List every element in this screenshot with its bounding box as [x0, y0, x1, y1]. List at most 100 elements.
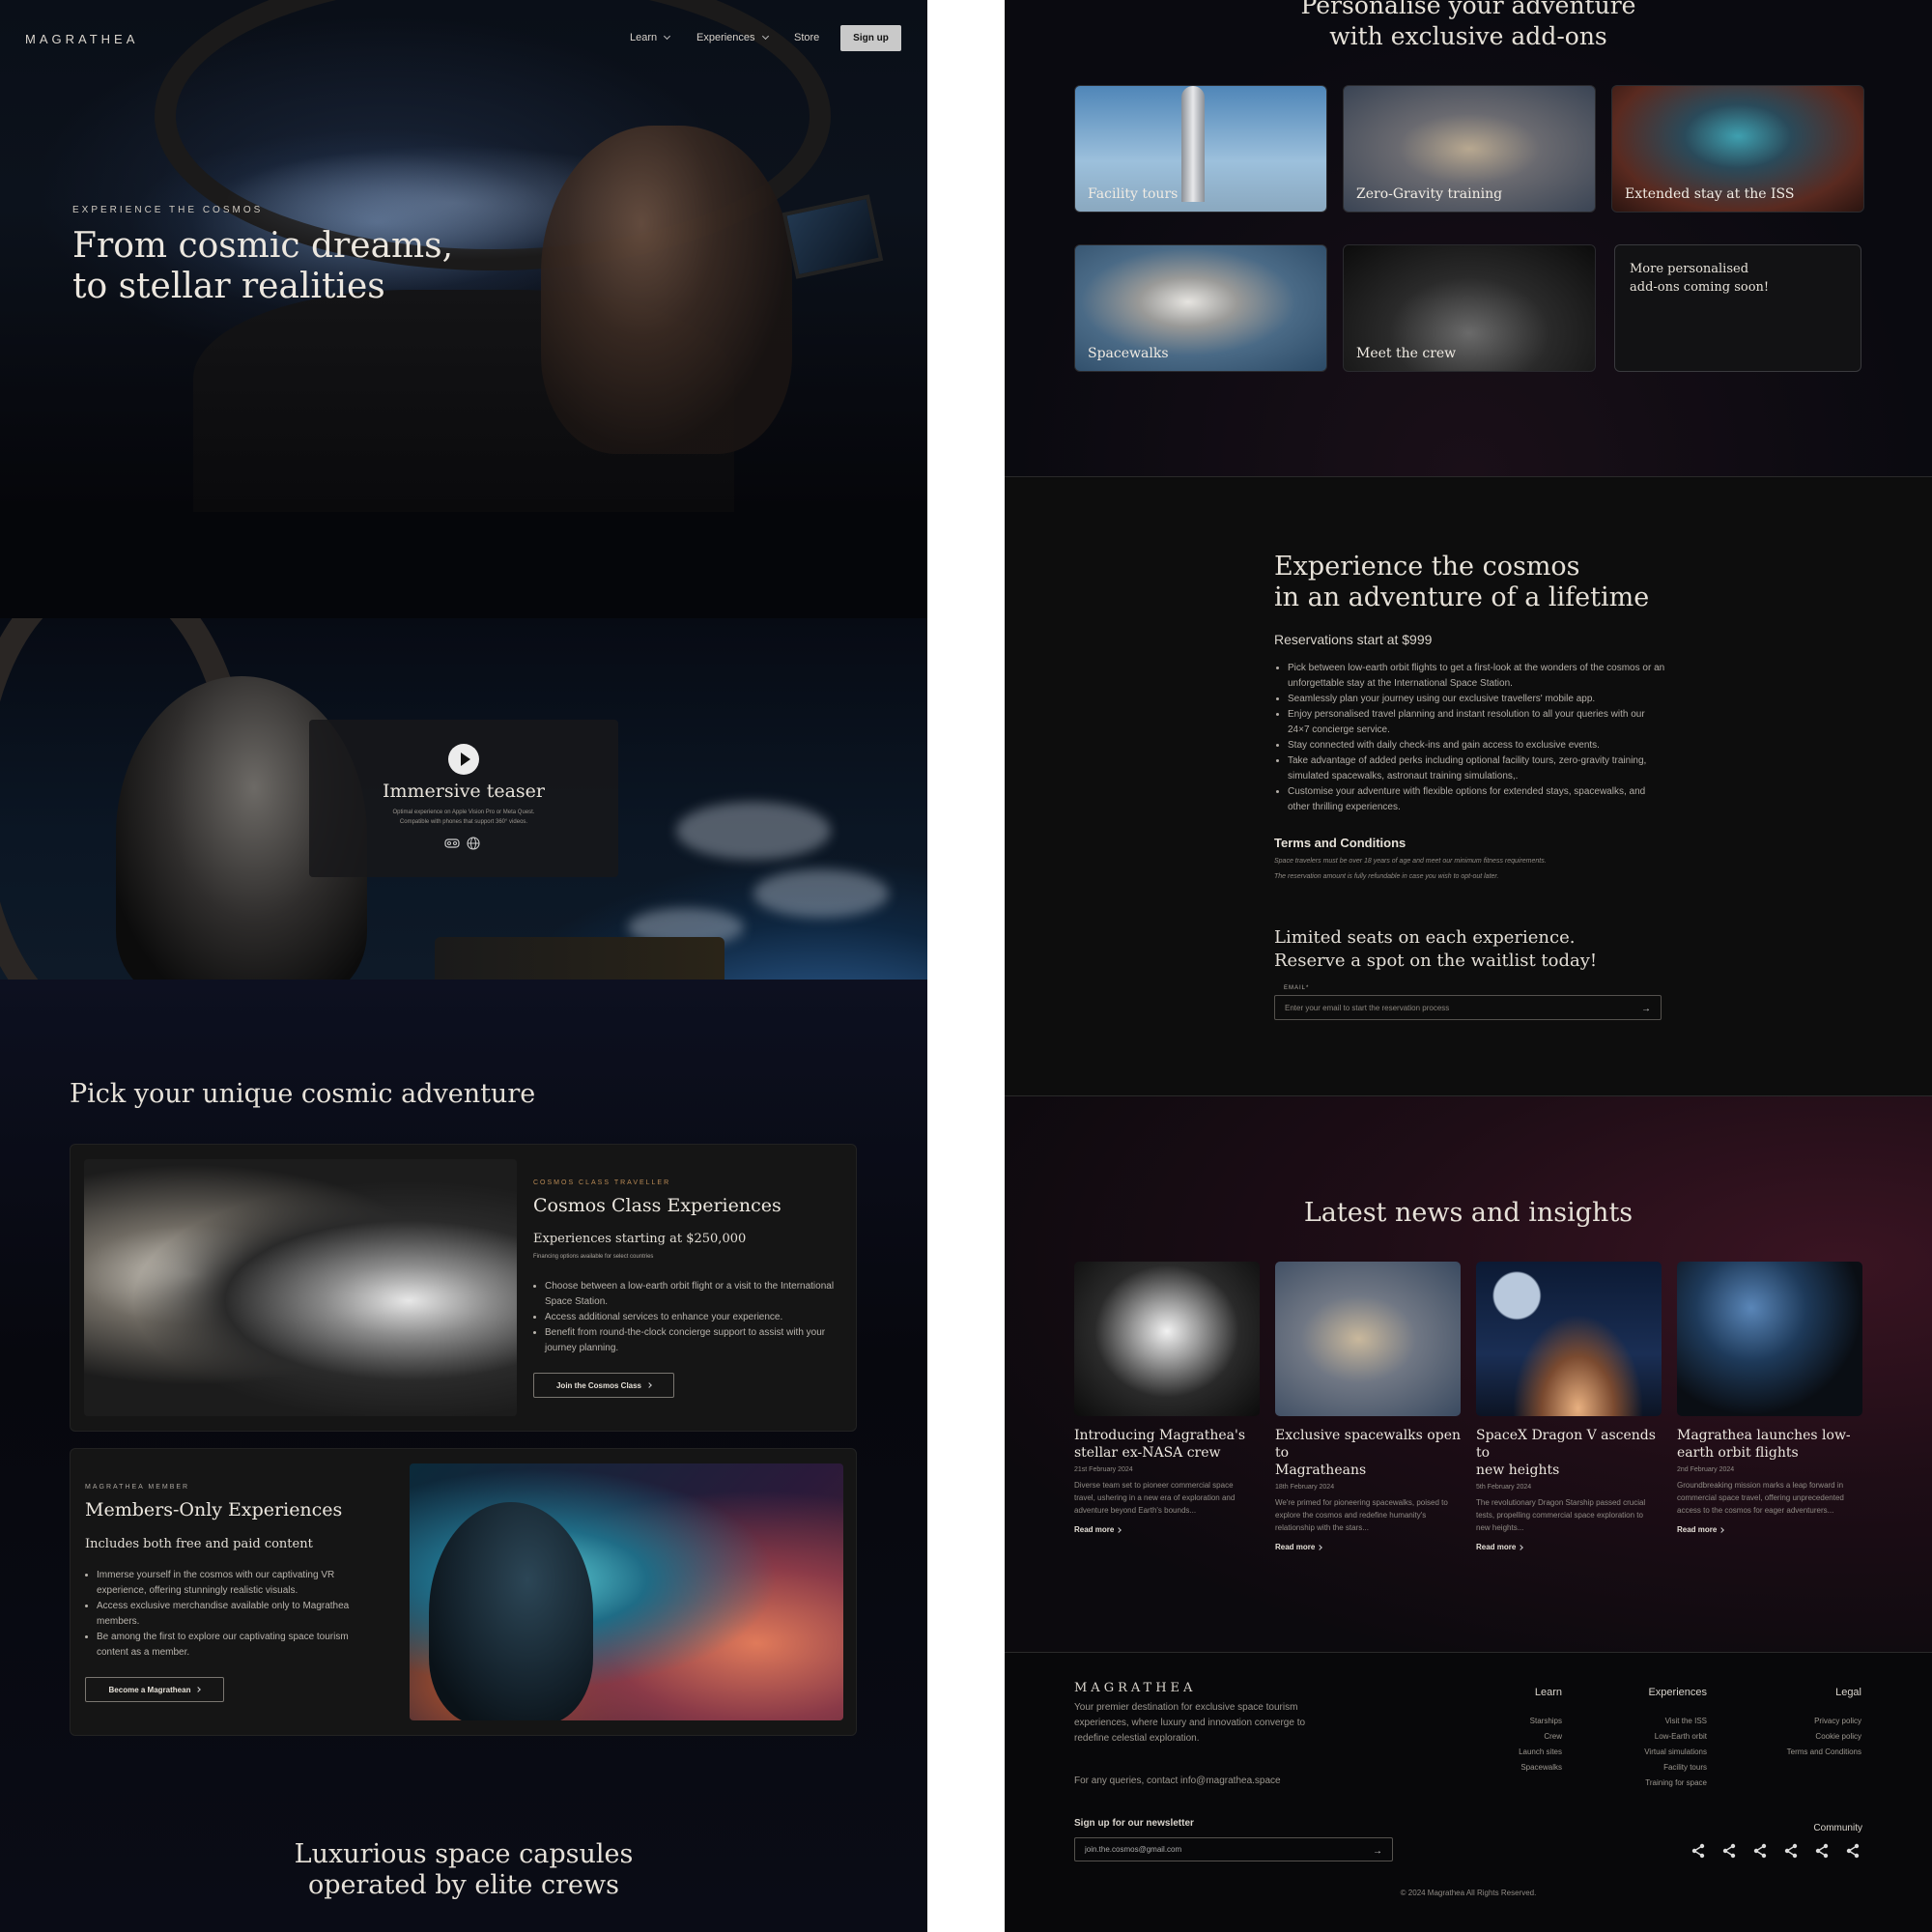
waitlist-heading-line-1: Limited seats on each experience. [1274, 927, 1576, 948]
arrow-right-icon[interactable]: → [1641, 1004, 1651, 1014]
news-heading: Latest news and insights [1303, 1198, 1634, 1228]
join-cosmos-button[interactable]: Join the Cosmos Class [533, 1373, 674, 1398]
news-title-1: Magrathea launches low- [1677, 1428, 1851, 1443]
footer-link[interactable]: Facility tours [1591, 1760, 1707, 1776]
footer-col-links: Starships Crew Launch sites Spacewalks [1465, 1714, 1562, 1776]
nav-store-label: Store [794, 32, 820, 43]
teaser-title: Immersive teaser [383, 781, 545, 802]
reservation-bullets: Pick between low-earth orbit flights to … [1274, 661, 1665, 815]
share-icon[interactable] [1721, 1843, 1737, 1859]
news-card[interactable]: Exclusive spacewalks open to Magratheans… [1275, 1427, 1461, 1551]
pilot-figure [541, 126, 792, 454]
footer-link[interactable]: Visit the ISS [1591, 1714, 1707, 1729]
footer-link[interactable]: Launch sites [1465, 1745, 1562, 1760]
news-excerpt-1: We're primed for pioneering spacewalks, … [1275, 1498, 1448, 1507]
email-field[interactable]: Enter your email to start the reservatio… [1274, 995, 1662, 1020]
list-item: Take advantage of added perks including … [1288, 753, 1665, 784]
news-card[interactable]: SpaceX Dragon V ascends to new heights 5… [1476, 1427, 1662, 1551]
rocket-shape [1181, 86, 1205, 202]
copyright: © 2024 Magrathea All Rights Reserved. [1400, 1889, 1537, 1897]
addon-spacewalks[interactable]: Spacewalks [1074, 244, 1327, 372]
footer-link[interactable]: Training for space [1591, 1776, 1707, 1791]
teaser-card[interactable]: Immersive teaser Optimal experience on A… [309, 720, 618, 877]
addon-zero-gravity[interactable]: Zero-Gravity training [1343, 85, 1596, 213]
capsules-heading-line-2: operated by elite crews [308, 1870, 619, 1900]
share-icon[interactable] [1690, 1843, 1706, 1859]
addon-label: Meet the crew [1356, 346, 1457, 361]
signup-button[interactable]: Sign up [840, 25, 901, 51]
news-excerpt-3: adventure beyond Earth's bounds... [1074, 1506, 1197, 1515]
nav-experiences[interactable]: Experiences [696, 32, 769, 43]
footer-link[interactable]: Privacy policy [1746, 1714, 1861, 1729]
footer-contact[interactable]: For any queries, contact info@magrathea.… [1074, 1776, 1281, 1786]
newsletter-input[interactable]: join.the.cosmos@gmail.com → [1074, 1837, 1393, 1861]
read-more-label: Read more [1677, 1525, 1718, 1534]
terms-line-1: Space travelers must be over 18 years of… [1274, 858, 1547, 865]
coming-soon-text: More personalised add-ons coming soon! [1630, 260, 1769, 297]
site-logo[interactable]: MAGRATHEA [25, 32, 138, 46]
cosmos-class-image [84, 1159, 517, 1416]
footer-tagline: Your premier destination for exclusive s… [1074, 1700, 1305, 1747]
addon-label: Extended stay at the ISS [1625, 186, 1795, 202]
right-page: Personalise your adventure with exclusiv… [1005, 0, 1932, 1932]
share-icon[interactable] [1845, 1843, 1861, 1859]
teaser-subtitle-1: Optimal experience on Apple Vision Pro o… [392, 810, 535, 815]
waitlist-heading: Limited seats on each experience. Reserv… [1274, 926, 1597, 973]
footer-link[interactable]: Terms and Conditions [1746, 1745, 1861, 1760]
news-excerpt-2: explore the cosmos and redefine humanity… [1275, 1511, 1427, 1520]
become-magrathean-button[interactable]: Become a Magrathean [85, 1677, 224, 1702]
news-title-2: new heights [1476, 1463, 1560, 1478]
news-image[interactable] [1476, 1262, 1662, 1416]
reservation-heading: Experience the cosmos in an adventure of… [1274, 552, 1649, 613]
share-icon[interactable] [1783, 1843, 1799, 1859]
news-card[interactable]: Magrathea launches low- earth orbit flig… [1677, 1427, 1862, 1534]
footer-link[interactable]: Virtual simulations [1591, 1745, 1707, 1760]
news-image[interactable] [1677, 1262, 1862, 1416]
list-item: Access additional services to enhance yo… [545, 1310, 842, 1325]
addon-label: Facility tours [1088, 186, 1179, 202]
news-title-2: earth orbit flights [1677, 1445, 1799, 1461]
news-image[interactable] [1074, 1262, 1260, 1416]
cockpit-screen [781, 194, 884, 279]
members-title: Members-Only Experiences [85, 1499, 343, 1520]
capsules-heading-line-1: Luxurious space capsules [294, 1839, 634, 1869]
cosmos-title: Cosmos Class Experiences [533, 1195, 781, 1216]
news-date: 2nd February 2024 [1677, 1466, 1735, 1473]
reservation-heading-line-2: in an adventure of a lifetime [1274, 582, 1650, 612]
members-image [410, 1463, 843, 1720]
footer-link[interactable]: Cookie policy [1746, 1729, 1861, 1745]
newsletter-value: join.the.cosmos@gmail.com [1085, 1845, 1182, 1854]
news-image[interactable] [1275, 1262, 1461, 1416]
capsules-heading: Luxurious space capsules operated by eli… [0, 1839, 927, 1901]
join-cosmos-label: Join the Cosmos Class [555, 1380, 642, 1390]
addon-meet-crew[interactable]: Meet the crew [1343, 244, 1596, 372]
news-card[interactable]: Introducing Magrathea's stellar ex-NASA … [1074, 1427, 1260, 1534]
nav-learn-label: Learn [630, 32, 658, 43]
addon-facility-tours[interactable]: Facility tours [1074, 85, 1327, 213]
news-excerpt-3: access to the cosmos for eager adventure… [1677, 1506, 1834, 1515]
footer-link[interactable]: Low-Earth orbit [1591, 1729, 1707, 1745]
share-icon[interactable] [1752, 1843, 1768, 1859]
footer-logo[interactable]: MAGRATHEA [1074, 1681, 1196, 1695]
news-excerpt-2: tests, propelling commercial space explo… [1476, 1511, 1643, 1520]
read-more-label: Read more [1074, 1525, 1115, 1534]
addon-extended-stay[interactable]: Extended stay at the ISS [1611, 85, 1864, 213]
play-icon[interactable] [448, 744, 479, 775]
footer-link[interactable]: Spacewalks [1465, 1760, 1562, 1776]
share-icon[interactable] [1814, 1843, 1830, 1859]
hero-title-line-1: From cosmic dreams, [72, 226, 454, 266]
news-title-1: SpaceX Dragon V ascends to [1476, 1428, 1656, 1461]
news-excerpt-3: relationship with the stars... [1275, 1523, 1369, 1532]
nav-store[interactable]: Store [794, 32, 819, 43]
read-more-link[interactable]: Read more [1476, 1543, 1662, 1551]
arrow-right-icon[interactable]: → [1373, 1846, 1382, 1857]
footer-tagline-line-2: experiences, where luxury and innovation… [1074, 1718, 1306, 1728]
footer-link[interactable]: Crew [1465, 1729, 1562, 1745]
cloud [753, 869, 889, 918]
nav-learn[interactable]: Learn [630, 32, 671, 43]
read-more-link[interactable]: Read more [1074, 1525, 1260, 1534]
read-more-link[interactable]: Read more [1275, 1543, 1461, 1551]
read-more-link[interactable]: Read more [1677, 1525, 1862, 1534]
footer-link[interactable]: Starships [1465, 1714, 1562, 1729]
news-excerpt-1: The revolutionary Dragon Starship passed… [1476, 1498, 1646, 1507]
